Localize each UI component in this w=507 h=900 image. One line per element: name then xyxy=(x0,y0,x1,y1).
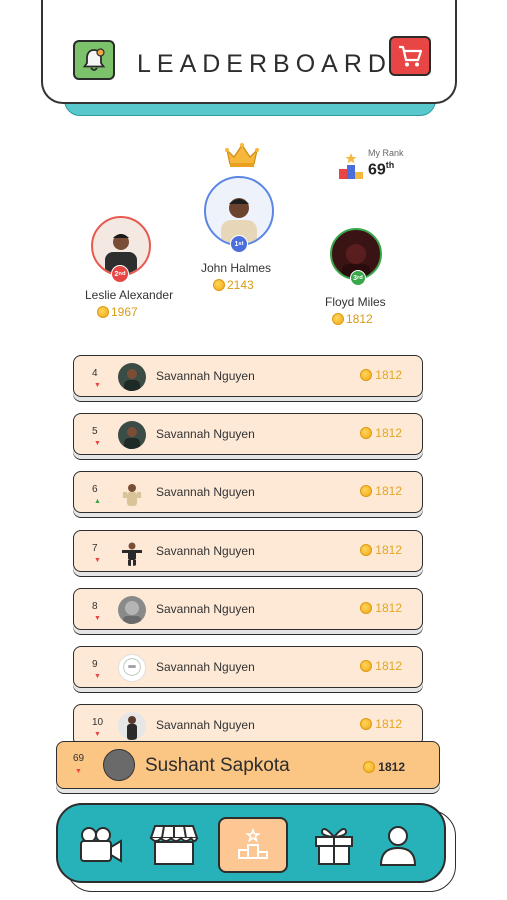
trend-down-icon: ▼ xyxy=(94,382,101,389)
nav-video[interactable] xyxy=(72,819,128,871)
avatar xyxy=(118,538,146,566)
coin-icon xyxy=(360,427,373,439)
notifications-button[interactable] xyxy=(73,40,115,80)
avatar xyxy=(118,654,146,682)
player-score: 1812 xyxy=(360,426,402,440)
nav-gifts[interactable] xyxy=(306,819,362,871)
profile-icon xyxy=(379,826,417,866)
cart-icon xyxy=(399,45,423,67)
nav-leaderboard[interactable] xyxy=(218,817,288,873)
first-place-name: John Halmes xyxy=(201,261,272,275)
rank-number: 8 xyxy=(92,601,98,612)
player-name: Savannah Nguyen xyxy=(156,602,255,616)
rank-number: 10 xyxy=(92,717,104,728)
player-score: 1812 xyxy=(360,717,402,731)
rank-number: 9 xyxy=(92,659,98,670)
coin-icon xyxy=(360,369,373,381)
crown-icon xyxy=(225,143,259,167)
coin-icon xyxy=(360,660,373,672)
my-rank-value: 69th xyxy=(368,160,395,179)
podium-mini-icon xyxy=(339,153,363,179)
third-place-name: Floyd Miles xyxy=(325,295,386,309)
player-score: 1812 xyxy=(360,484,402,498)
trend-down-icon: ▼ xyxy=(94,557,101,564)
bell-icon xyxy=(82,48,106,71)
trend-down-icon: ▼ xyxy=(94,440,101,447)
avatar xyxy=(118,421,146,449)
trend-down-icon: ▼ xyxy=(94,615,101,622)
rank-number: 5 xyxy=(92,426,98,437)
avatar xyxy=(118,596,146,624)
coin-icon xyxy=(332,313,344,325)
coin-icon xyxy=(213,279,225,291)
store-icon xyxy=(149,825,199,865)
trend-down-icon: ▼ xyxy=(75,768,82,775)
coin-icon xyxy=(363,761,376,773)
list-item[interactable]: 10 ▼ Savannah Nguyen 1812 xyxy=(73,704,423,746)
player-score: 1812 xyxy=(360,659,402,673)
player-name: Savannah Nguyen xyxy=(156,544,255,558)
rank-number: 4 xyxy=(92,368,98,379)
trend-up-icon: ▲ xyxy=(94,498,101,505)
video-camera-icon xyxy=(80,827,122,863)
nav-profile[interactable] xyxy=(370,819,426,871)
gift-icon xyxy=(315,828,353,865)
rank-badge-first: 1st xyxy=(230,235,248,253)
nav-store[interactable] xyxy=(146,819,202,871)
avatar xyxy=(118,363,146,391)
second-place-name: Leslie Alexander xyxy=(85,288,174,302)
list-item[interactable]: 9 ▼ Savannah Nguyen 1812 xyxy=(73,646,423,688)
list-item[interactable]: 6 ▲ Savannah Nguyen 1812 xyxy=(73,471,423,513)
player-score: 1812 xyxy=(360,601,402,615)
rank-badge-third: 3rd xyxy=(350,270,366,286)
current-user-row[interactable]: 69 ▼ Sushant Sapkota 1812 xyxy=(56,741,440,789)
coin-icon xyxy=(360,485,373,497)
player-name: Savannah Nguyen xyxy=(156,718,255,732)
header-card: LEADERBOARD xyxy=(41,0,457,104)
coin-icon xyxy=(360,602,373,614)
second-place-score: 1967 xyxy=(97,305,138,319)
cart-button[interactable] xyxy=(389,36,431,76)
list-item[interactable]: 4 ▼ Savannah Nguyen 1812 xyxy=(73,355,423,397)
list-item[interactable]: 5 ▼ Savannah Nguyen 1812 xyxy=(73,413,423,455)
player-score: 1812 xyxy=(363,760,405,774)
trend-down-icon: ▼ xyxy=(94,673,101,680)
my-rank: My Rank 69th xyxy=(338,146,428,186)
bottom-nav xyxy=(56,803,446,883)
list-item[interactable]: 7 ▼ Savannah Nguyen 1812 xyxy=(73,530,423,572)
rank-number: 69 xyxy=(73,753,85,764)
trend-down-icon: ▼ xyxy=(94,731,101,738)
rank-number: 7 xyxy=(92,543,98,554)
player-score: 1812 xyxy=(360,368,402,382)
first-place-score: 2143 xyxy=(213,278,254,292)
player-name: Sushant Sapkota xyxy=(145,755,290,776)
player-name: Savannah Nguyen xyxy=(156,369,255,383)
page-title: LEADERBOARD xyxy=(137,50,392,78)
avatar xyxy=(118,712,146,740)
avatar xyxy=(103,749,135,781)
coin-icon xyxy=(360,544,373,556)
my-rank-label: My Rank xyxy=(368,148,404,158)
player-name: Savannah Nguyen xyxy=(156,427,255,441)
coin-icon xyxy=(97,306,109,318)
player-name: Savannah Nguyen xyxy=(156,660,255,674)
avatar xyxy=(118,479,146,507)
player-score: 1812 xyxy=(360,543,402,557)
podium-icon xyxy=(238,828,268,859)
rank-badge-second: 2nd xyxy=(111,265,129,283)
coin-icon xyxy=(360,718,373,730)
rank-number: 6 xyxy=(92,484,98,495)
player-name: Savannah Nguyen xyxy=(156,485,255,499)
list-item[interactable]: 8 ▼ Savannah Nguyen 1812 xyxy=(73,588,423,630)
third-place-score: 1812 xyxy=(332,312,373,326)
